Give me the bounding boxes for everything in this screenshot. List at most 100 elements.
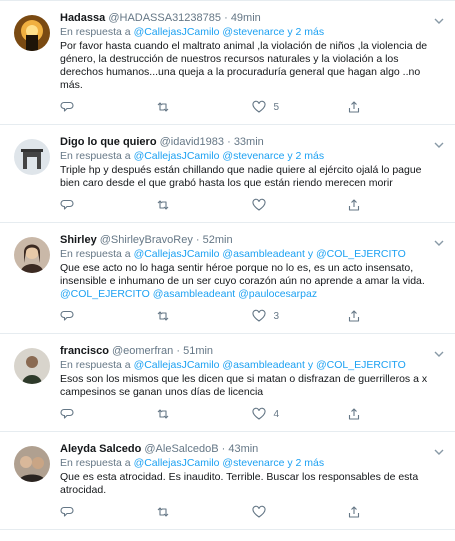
user-handle[interactable]: @eomerfran xyxy=(112,345,173,357)
reply-button[interactable] xyxy=(60,407,156,421)
user-handle[interactable]: @idavid1983 xyxy=(160,136,224,148)
retweet-button[interactable] xyxy=(156,407,252,421)
reply-button[interactable] xyxy=(60,100,156,114)
reply-context: En respuesta a @CallejasJCamilo @asamble… xyxy=(60,359,443,372)
user-handle[interactable]: @AleSalcedoB xyxy=(144,443,218,455)
timestamp[interactable]: 33min xyxy=(234,136,264,148)
like-button[interactable] xyxy=(251,198,348,212)
tweet[interactable]: Aleyda Salcedo @AleSalcedoB · 43min En r… xyxy=(0,432,455,530)
user-handle[interactable]: @ShirleyBravoRey xyxy=(100,234,193,246)
and-word: y xyxy=(307,359,314,371)
share-icon xyxy=(349,101,360,113)
like-button[interactable]: 4 xyxy=(251,407,348,421)
avatar[interactable] xyxy=(14,348,50,384)
mention-link[interactable]: @CallejasJCamilo xyxy=(134,359,220,371)
timestamp[interactable]: 49min xyxy=(231,12,261,24)
tweet-text: Esos son los mismos que les dicen que si… xyxy=(60,373,428,398)
separator-dot: · xyxy=(221,443,226,455)
chevron-down-icon[interactable] xyxy=(433,139,445,151)
like-count: 3 xyxy=(273,310,280,322)
tweet-header: Digo lo que quiero @idavid1983 · 33min xyxy=(60,135,443,149)
timestamp[interactable]: 43min xyxy=(228,443,258,455)
chevron-down-icon[interactable] xyxy=(433,348,445,360)
tweet-text: Por favor hasta cuando el maltrato anima… xyxy=(60,40,428,91)
chevron-down-icon[interactable] xyxy=(433,15,445,27)
timestamp[interactable]: 51min xyxy=(183,345,213,357)
reply-context: En respuesta a @CallejasJCamilo @stevena… xyxy=(60,26,443,39)
reply-button[interactable] xyxy=(60,198,156,212)
tweet[interactable]: Digo lo que quiero @idavid1983 · 33min E… xyxy=(0,125,455,223)
chevron-down-icon[interactable] xyxy=(433,237,445,249)
share-button[interactable] xyxy=(347,100,443,114)
mention-link[interactable]: @CallejasJCamilo xyxy=(134,26,220,38)
tweet-text: Triple hp y después están chillando que … xyxy=(60,164,422,189)
tweet-actions xyxy=(60,198,443,212)
mention-link[interactable]: @asambleadeant xyxy=(222,359,304,371)
heart-icon xyxy=(251,505,266,518)
retweet-icon xyxy=(157,311,169,321)
mention-link[interactable]: @COL_EJERCITO xyxy=(316,359,406,371)
reply-button[interactable] xyxy=(60,505,156,519)
share-icon xyxy=(349,408,360,420)
share-button[interactable] xyxy=(347,407,443,421)
and-word: y xyxy=(307,248,314,260)
retweet-icon xyxy=(157,409,169,419)
tweet-text: Que es esta atrocidad. Es inaudito. Terr… xyxy=(60,471,419,496)
display-name[interactable]: Shirley xyxy=(60,234,97,246)
mention-links[interactable]: @COL_EJERCITO @asambleadeant @paulocesar… xyxy=(60,288,317,300)
display-name[interactable]: francisco xyxy=(60,345,109,357)
retweet-button[interactable] xyxy=(156,198,252,212)
reply-context: En respuesta a @CallejasJCamilo @asamble… xyxy=(60,248,443,261)
retweet-button[interactable] xyxy=(156,100,252,114)
tweet[interactable]: Hadassa @HADASSA31238785 · 49min En resp… xyxy=(0,0,455,125)
tweet-header: francisco @eomerfran · 51min xyxy=(60,344,443,358)
display-name[interactable]: Aleyda Salcedo xyxy=(60,443,141,455)
like-count: 4 xyxy=(273,408,280,420)
share-button[interactable] xyxy=(347,309,443,323)
mention-link[interactable]: @stevenarce y 2 más xyxy=(222,150,324,162)
display-name[interactable]: Digo lo que quiero xyxy=(60,136,157,148)
tweet-actions: 3 xyxy=(60,309,443,323)
tweet-header: Shirley @ShirleyBravoRey · 52min xyxy=(60,233,443,247)
mention-link[interactable]: @COL_EJERCITO xyxy=(316,248,406,260)
like-button[interactable]: 3 xyxy=(251,309,348,323)
tweet[interactable]: francisco @eomerfran · 51min En respuest… xyxy=(0,334,455,432)
reply-prefix: En respuesta a xyxy=(60,248,131,260)
separator-dot: · xyxy=(176,345,181,357)
like-button[interactable] xyxy=(251,505,348,519)
avatar[interactable] xyxy=(14,446,50,482)
retweet-icon xyxy=(157,102,169,112)
heart-icon xyxy=(251,198,266,211)
tweet-actions: 4 xyxy=(60,407,443,421)
retweet-button[interactable] xyxy=(156,309,252,323)
avatar[interactable] xyxy=(14,15,50,51)
reply-feed: Hadassa @HADASSA31238785 · 49min En resp… xyxy=(0,0,455,530)
tweet-text: Que ese acto no lo haga sentir héroe por… xyxy=(60,262,425,287)
mention-link[interactable]: @CallejasJCamilo xyxy=(134,248,220,260)
reply-icon xyxy=(60,199,74,210)
avatar[interactable] xyxy=(14,139,50,175)
like-button[interactable]: 5 xyxy=(251,100,348,114)
heart-icon xyxy=(251,407,266,420)
retweet-button[interactable] xyxy=(156,505,252,519)
reply-prefix: En respuesta a xyxy=(60,26,131,38)
mention-link[interactable]: @asambleadeant xyxy=(222,248,304,260)
share-button[interactable] xyxy=(347,198,443,212)
reply-button[interactable] xyxy=(60,309,156,323)
avatar[interactable] xyxy=(14,237,50,273)
mention-link[interactable]: @stevenarce y 2 más xyxy=(222,26,324,38)
like-count: 5 xyxy=(273,101,280,113)
timestamp[interactable]: 52min xyxy=(203,234,233,246)
mention-link[interactable]: @stevenarce y 2 más xyxy=(222,457,324,469)
reply-context: En respuesta a @CallejasJCamilo @stevena… xyxy=(60,457,443,470)
tweet[interactable]: Shirley @ShirleyBravoRey · 52min En resp… xyxy=(0,223,455,334)
tweet-text-block: Que ese acto no lo haga sentir héroe por… xyxy=(60,262,443,301)
reply-prefix: En respuesta a xyxy=(60,359,131,371)
share-button[interactable] xyxy=(347,505,443,519)
mention-link[interactable]: @CallejasJCamilo xyxy=(134,150,220,162)
display-name[interactable]: Hadassa xyxy=(60,12,105,24)
mention-link[interactable]: @CallejasJCamilo xyxy=(134,457,220,469)
user-handle[interactable]: @HADASSA31238785 xyxy=(108,12,221,24)
tweet-header: Aleyda Salcedo @AleSalcedoB · 43min xyxy=(60,442,443,456)
chevron-down-icon[interactable] xyxy=(433,446,445,458)
